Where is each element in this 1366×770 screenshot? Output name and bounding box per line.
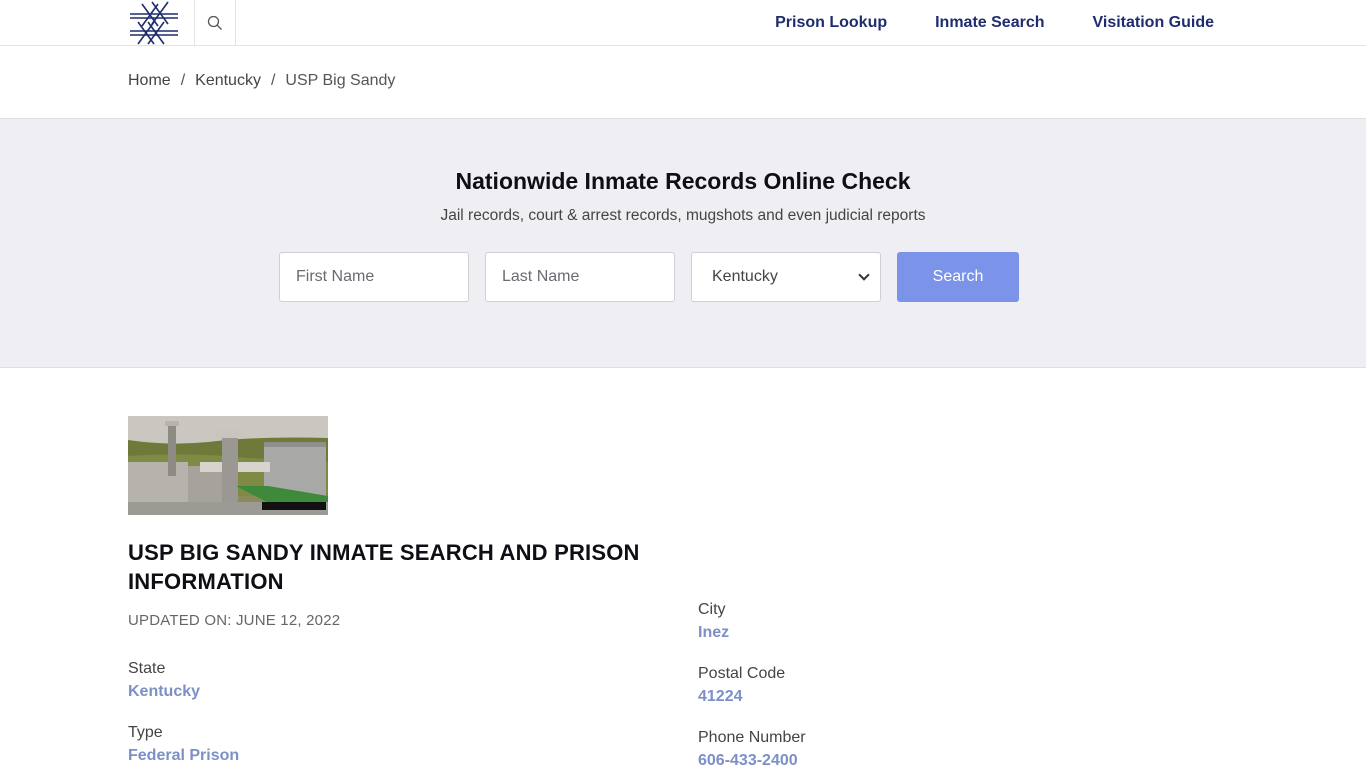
state-select[interactable]: Kentucky: [691, 252, 881, 302]
breadcrumb-home[interactable]: Home: [128, 72, 171, 90]
breadcrumb-current: USP Big Sandy: [285, 72, 396, 89]
header-search-button[interactable]: [194, 0, 236, 46]
breadcrumb-kentucky[interactable]: Kentucky: [195, 72, 261, 90]
info-value-phone-link[interactable]: 606-433-2400: [698, 752, 806, 770]
first-name-input[interactable]: [279, 252, 469, 302]
nav-visitation-guide[interactable]: Visitation Guide: [1093, 14, 1215, 32]
chevron-down-icon: [858, 269, 870, 281]
breadcrumb-separator: /: [270, 72, 276, 89]
info-label: Phone Number: [698, 729, 806, 746]
search-icon: [207, 15, 222, 30]
info-label: State: [128, 660, 166, 677]
last-name-input[interactable]: [485, 252, 675, 302]
nav-inmate-search[interactable]: Inmate Search: [935, 14, 1044, 32]
search-button[interactable]: Search: [897, 252, 1019, 302]
info-value-type-link[interactable]: Federal Prison: [128, 747, 239, 765]
info-label: City: [698, 601, 726, 618]
info-postal-code: Postal Code 41224: [698, 665, 785, 706]
info-value-city-link[interactable]: Inez: [698, 624, 729, 642]
barbed-wire-logo-icon: [130, 1, 178, 45]
state-select-value: Kentucky: [712, 268, 778, 285]
breadcrumb: Home / Kentucky / USP Big Sandy: [128, 72, 395, 90]
info-city: City Inez: [698, 601, 729, 642]
info-label: Postal Code: [698, 665, 786, 682]
hero-subtitle: Jail records, court & arrest records, mu…: [440, 207, 926, 224]
info-state: State Kentucky: [128, 660, 200, 701]
info-value-postal-link[interactable]: 41224: [698, 688, 785, 706]
breadcrumb-separator: /: [180, 72, 186, 89]
info-type: Type Federal Prison: [128, 724, 239, 765]
site-logo[interactable]: [128, 0, 180, 46]
main-nav: Prison Lookup Inmate Search Visitation G…: [775, 0, 1214, 46]
info-value-state-link[interactable]: Kentucky: [128, 683, 200, 701]
updated-date: UPDATED ON: JUNE 12, 2022: [128, 612, 341, 629]
inmate-search-hero: Nationwide Inmate Records Online Check J…: [0, 118, 1366, 368]
info-phone: Phone Number 606-433-2400: [698, 729, 806, 770]
top-navbar: Prison Lookup Inmate Search Visitation G…: [0, 0, 1366, 46]
page-title: USP BIG SANDY INMATE SEARCH AND PRISON I…: [128, 540, 640, 594]
prison-photo: [128, 416, 328, 515]
nav-prison-lookup[interactable]: Prison Lookup: [775, 14, 887, 32]
info-label: Type: [128, 724, 163, 741]
hero-title: Nationwide Inmate Records Online Check: [455, 168, 911, 194]
